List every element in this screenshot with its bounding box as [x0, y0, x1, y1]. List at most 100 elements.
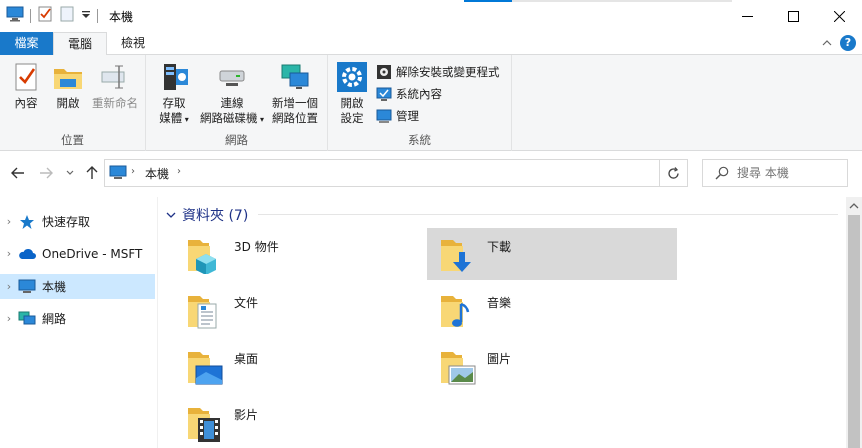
properties-check-icon[interactable]	[37, 6, 53, 25]
maximize-button[interactable]	[770, 0, 816, 32]
folder-label: 影片	[234, 408, 259, 422]
map-drive-label-2: 網路磁碟機	[199, 111, 258, 125]
expand-chevron-icon-4[interactable]: ›	[0, 312, 18, 325]
desktop-icon	[184, 346, 224, 386]
expand-chevron-icon-3[interactable]: ›	[0, 280, 18, 293]
nav-label-onedrive: OneDrive - MSFT	[42, 246, 143, 261]
uninstall-icon	[377, 65, 391, 79]
close-icon	[833, 10, 845, 22]
folders-group-title: 資料夾 (7)	[182, 208, 249, 224]
folder-tile-desktop[interactable]: 桌面	[174, 340, 424, 392]
breadcrumb-this-pc[interactable]: 本機	[145, 165, 169, 182]
ribbon-group-system: 開啟 設定 解除安裝或變更程式 系統內容 管理 系統	[328, 55, 512, 151]
minimize-icon	[741, 15, 753, 17]
system-properties-label: 系統內容	[396, 87, 442, 101]
uninstall-program-button[interactable]: 解除安裝或變更程式	[376, 64, 500, 80]
system-properties-button[interactable]: 系統內容	[376, 86, 442, 102]
nav-item-quick-access[interactable]: › 快速存取	[0, 209, 155, 234]
help-icon[interactable]: ?	[840, 35, 856, 51]
nav-item-this-pc[interactable]: › 本機	[0, 274, 155, 299]
settings-gear-icon	[336, 61, 368, 93]
tab-computer[interactable]: 電腦	[53, 32, 107, 56]
location-group-label: 位置	[61, 133, 84, 147]
scroll-up-icon	[849, 203, 859, 209]
network-group-label: 網路	[225, 133, 248, 147]
title-accent-bar-2	[512, 0, 732, 2]
ribbon: 內容 開啟 重新命名 位置 存取 媒體 ▾ 連線 網路磁碟機 ▾ 新增一個 網路…	[0, 55, 862, 151]
scrollbar-thumb[interactable]	[848, 215, 860, 448]
minimize-button[interactable]	[724, 0, 770, 32]
this-pc-icon	[109, 165, 127, 184]
folder-tile-pictures[interactable]: 圖片	[427, 340, 677, 392]
refresh-button[interactable]	[660, 159, 688, 187]
folders-group-header[interactable]: 資料夾 (7)	[166, 205, 248, 225]
up-arrow-icon	[86, 166, 98, 179]
qat-separator-2	[97, 8, 98, 23]
expand-chevron-icon-2[interactable]: ›	[0, 247, 18, 260]
manage-icon	[376, 109, 392, 123]
folder-label: 桌面	[234, 352, 259, 366]
properties-icon	[10, 61, 42, 93]
folder-label: 圖片	[487, 352, 512, 366]
manage-button[interactable]: 管理	[376, 108, 419, 124]
properties-button[interactable]: 內容	[8, 61, 44, 111]
dropdown-arrow-icon: ▾	[182, 115, 189, 124]
folder-label: 音樂	[487, 296, 512, 310]
ribbon-group-network: 存取 媒體 ▾ 連線 網路磁碟機 ▾ 新增一個 網路位置 網路	[146, 55, 328, 151]
open-button[interactable]: 開啟	[50, 61, 86, 111]
folder-tile-downloads[interactable]: 下載	[427, 228, 677, 280]
search-box[interactable]	[702, 159, 848, 187]
title-bar: 本機	[0, 0, 862, 32]
folder-tile-documents[interactable]: 文件	[174, 284, 424, 336]
back-button[interactable]	[10, 164, 26, 182]
group-divider	[258, 214, 838, 215]
new-folder-icon[interactable]	[59, 6, 75, 25]
access-media-label-1: 存取	[162, 96, 186, 110]
nav-item-network[interactable]: › 網路	[0, 306, 155, 331]
navigation-pane: › 快速存取 › OneDrive - MSFT › 本機 › 網路	[0, 197, 158, 448]
network-drive-icon	[216, 61, 248, 93]
folder-tile-3d-objects[interactable]: 3D 物件	[174, 228, 424, 280]
breadcrumb-separator-icon-2[interactable]: ›	[177, 166, 181, 177]
up-button[interactable]	[84, 164, 100, 182]
ribbon-tabs: 檔案 電腦 檢視 ?	[0, 32, 862, 56]
tab-view[interactable]: 檢視	[107, 32, 159, 55]
forward-button[interactable]	[38, 164, 54, 182]
address-bar[interactable]: › 本機 ›	[104, 159, 753, 187]
maximize-icon	[787, 10, 799, 22]
vertical-scrollbar[interactable]	[846, 197, 862, 448]
ribbon-group-location: 內容 開啟 重新命名 位置	[0, 55, 146, 151]
expand-chevron-icon[interactable]: ›	[0, 215, 18, 228]
chevron-down-icon	[66, 170, 74, 175]
access-media-button[interactable]: 存取 媒體 ▾	[154, 61, 194, 127]
open-folder-icon	[52, 61, 84, 93]
open-settings-button[interactable]: 開啟 設定	[334, 61, 370, 126]
folder-tile-videos[interactable]: 影片	[174, 396, 424, 448]
back-arrow-icon	[11, 167, 24, 179]
collapse-ribbon-icon[interactable]	[822, 36, 832, 50]
3d-objects-icon	[184, 234, 224, 275]
open-settings-label-1: 開啟	[340, 96, 364, 110]
recent-locations-button[interactable]	[62, 164, 78, 182]
customize-qat-icon[interactable]	[81, 9, 91, 23]
system-properties-icon	[376, 87, 392, 101]
search-input[interactable]	[737, 164, 842, 182]
uninstall-label: 解除安裝或變更程式	[396, 65, 500, 79]
folder-label: 文件	[234, 296, 259, 310]
close-button[interactable]	[816, 0, 862, 32]
music-icon	[437, 290, 477, 330]
tab-file[interactable]: 檔案	[0, 32, 53, 55]
refresh-icon	[668, 166, 679, 179]
breadcrumb-separator-icon[interactable]: ›	[131, 166, 135, 177]
map-network-drive-button[interactable]: 連線 網路磁碟機 ▾	[198, 61, 266, 127]
manage-label: 管理	[396, 109, 419, 123]
search-icon	[715, 166, 729, 183]
qat-separator	[30, 8, 31, 23]
dropdown-arrow-icon-2: ▾	[257, 115, 265, 124]
rename-button[interactable]: 重新命名	[90, 61, 140, 111]
network-location-icon	[279, 61, 311, 93]
network-icon	[18, 311, 36, 327]
folder-tile-music[interactable]: 音樂	[427, 284, 677, 336]
add-network-location-button[interactable]: 新增一個 網路位置	[268, 61, 322, 126]
nav-item-onedrive[interactable]: › OneDrive - MSFT	[0, 241, 155, 266]
